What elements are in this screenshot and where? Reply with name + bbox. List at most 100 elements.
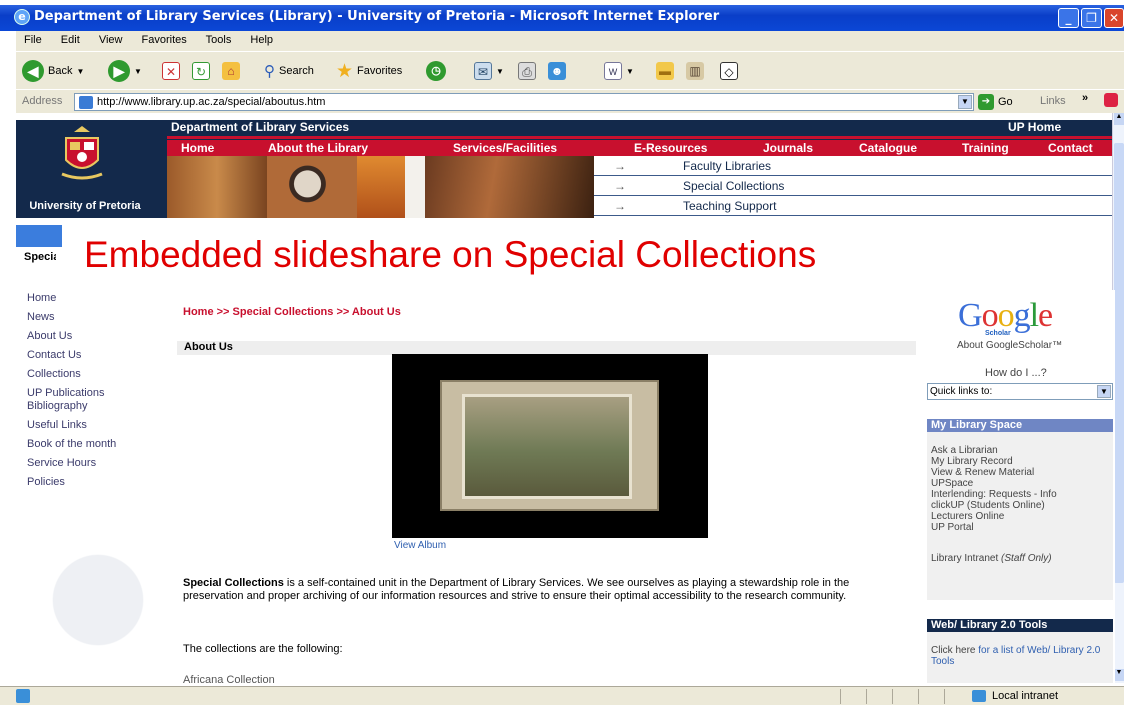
back-button[interactable]: ◀ Back ▼ bbox=[22, 60, 84, 82]
minimize-button[interactable]: _ bbox=[1058, 8, 1079, 28]
nav-training[interactable]: Training bbox=[962, 141, 1009, 155]
favorites-label: Favorites bbox=[357, 65, 403, 77]
home-icon: ⌂ bbox=[222, 62, 240, 80]
mls-interlending[interactable]: Interlending: Requests - Info bbox=[931, 489, 1113, 500]
nav-journals[interactable]: Journals bbox=[763, 141, 813, 155]
about-google-scholar-link[interactable]: About GoogleScholar™ bbox=[957, 340, 1062, 351]
go-button[interactable]: ➔ Go bbox=[978, 94, 1013, 110]
links-chevron-icon[interactable]: » bbox=[1082, 92, 1088, 104]
submenu-item-teaching[interactable]: → Teaching Support bbox=[594, 196, 1112, 216]
nav-contact[interactable]: Contact bbox=[1048, 141, 1093, 155]
university-crest-icon bbox=[61, 126, 103, 180]
mls-renew[interactable]: View & Renew Material bbox=[931, 467, 1113, 478]
menu-file[interactable]: File bbox=[24, 34, 42, 46]
refresh-button[interactable]: ↻ bbox=[192, 60, 210, 82]
scroll-up-icon[interactable]: ▲ bbox=[1114, 113, 1124, 125]
nav-catalogue[interactable]: Catalogue bbox=[859, 141, 917, 155]
left-nav-links[interactable]: Useful Links bbox=[27, 419, 152, 432]
menu-edit[interactable]: Edit bbox=[61, 34, 80, 46]
diamond-button[interactable]: ◇ bbox=[720, 60, 738, 82]
address-input[interactable]: http://www.library.up.ac.za/special/abou… bbox=[74, 93, 974, 111]
research-button[interactable]: ▥ bbox=[686, 60, 704, 82]
mls-lecturers[interactable]: Lecturers Online bbox=[931, 511, 1113, 522]
nav-home[interactable]: Home bbox=[181, 141, 214, 155]
favorites-button[interactable]: ★ Favorites bbox=[336, 60, 402, 82]
history-button[interactable]: ◷ bbox=[426, 60, 446, 82]
status-bar: Local intranet bbox=[0, 686, 1124, 705]
zone-label: Local intranet bbox=[992, 690, 1059, 702]
mls-ask-librarian[interactable]: Ask a Librarian bbox=[931, 445, 1113, 456]
collection-item[interactable]: Africana Collection bbox=[183, 674, 275, 686]
left-nav-policies[interactable]: Policies bbox=[27, 476, 152, 489]
page-heading: About Us bbox=[177, 341, 916, 355]
left-nav-home[interactable]: Home bbox=[27, 292, 152, 305]
left-nav-hours[interactable]: Service Hours bbox=[27, 457, 152, 470]
ie-logo-icon: e bbox=[14, 9, 30, 25]
intranet-note: (Staff Only) bbox=[1001, 553, 1052, 564]
left-nav-collections[interactable]: Collections bbox=[27, 368, 152, 381]
banner-photo-face bbox=[267, 156, 357, 218]
nav-about[interactable]: About the Library bbox=[268, 141, 368, 155]
left-nav-news[interactable]: News bbox=[27, 311, 152, 324]
forward-button[interactable]: ▶ ▼ bbox=[108, 60, 142, 82]
window-titlebar[interactable]: e Department of Library Services (Librar… bbox=[0, 5, 1124, 31]
arrow-right-icon: → bbox=[614, 159, 626, 173]
main-nav: Home About the Library Services/Faciliti… bbox=[167, 140, 1112, 156]
diamond-icon: ◇ bbox=[720, 62, 738, 80]
address-bar: Address http://www.library.up.ac.za/spec… bbox=[16, 89, 1124, 113]
mls-clickup[interactable]: clickUP (Students Online) bbox=[931, 500, 1113, 511]
menu-view[interactable]: View bbox=[99, 34, 123, 46]
close-button[interactable]: ✕ bbox=[1104, 8, 1124, 28]
my-library-space-heading: My Library Space bbox=[927, 419, 1113, 432]
mls-intranet[interactable]: Library Intranet (Staff Only) bbox=[931, 553, 1113, 564]
logo-text: University of Pretoria bbox=[29, 200, 141, 212]
left-nav-publications[interactable]: UP Publications Bibliography bbox=[27, 387, 115, 413]
left-nav-contact[interactable]: Contact Us bbox=[27, 349, 152, 362]
status-segment bbox=[918, 689, 919, 704]
home-button[interactable]: ⌂ bbox=[222, 60, 240, 82]
menu-help[interactable]: Help bbox=[250, 34, 273, 46]
mls-portal[interactable]: UP Portal bbox=[931, 522, 1113, 533]
status-segment bbox=[866, 689, 867, 704]
maximize-button[interactable]: ❐ bbox=[1081, 8, 1102, 28]
collections-intro: The collections are the following: bbox=[183, 643, 343, 655]
scroll-down-icon[interactable]: ▼ bbox=[1114, 669, 1124, 681]
dept-bar: Department of Library Services UP Home bbox=[167, 120, 1112, 136]
search-button[interactable]: ⚲ Search bbox=[264, 60, 314, 82]
messenger-button[interactable]: ☻ bbox=[548, 60, 566, 82]
mls-upspace[interactable]: UPSpace bbox=[931, 478, 1113, 489]
stop-button[interactable]: ✕ bbox=[162, 60, 180, 82]
menu-favorites[interactable]: Favorites bbox=[142, 34, 187, 46]
address-dropdown-icon[interactable]: ▼ bbox=[958, 95, 972, 109]
status-segment bbox=[892, 689, 893, 704]
quick-links-select[interactable]: Quick links to: ▼ bbox=[927, 383, 1113, 400]
forward-arrow-icon: ▶ bbox=[108, 60, 130, 82]
left-nav: Home News About Us Contact Us Collection… bbox=[27, 292, 152, 495]
submenu-item-faculty[interactable]: → Faculty Libraries bbox=[594, 156, 1112, 176]
breadcrumb[interactable]: Home >> Special Collections >> About Us bbox=[183, 306, 401, 318]
nav-eresources[interactable]: E-Resources bbox=[634, 141, 707, 155]
scroll-thumb[interactable] bbox=[1114, 143, 1124, 583]
toolbar-extension-icon[interactable] bbox=[1104, 93, 1118, 107]
menu-tools[interactable]: Tools bbox=[206, 34, 232, 46]
background-slide-edge bbox=[0, 0, 16, 705]
view-album-link[interactable]: View Album bbox=[394, 540, 446, 551]
mail-button[interactable]: ✉ ▼ bbox=[474, 60, 504, 82]
submenu-item-special[interactable]: → Special Collections bbox=[594, 176, 1112, 196]
left-nav-about[interactable]: About Us bbox=[27, 330, 152, 343]
print-button[interactable]: ⎙ bbox=[518, 60, 536, 82]
nav-services[interactable]: Services/Facilities bbox=[453, 141, 557, 155]
blue-accent-block bbox=[16, 225, 62, 247]
arrow-right-icon: → bbox=[614, 199, 626, 213]
up-home-link[interactable]: UP Home bbox=[1008, 120, 1061, 134]
mls-library-record[interactable]: My Library Record bbox=[931, 456, 1113, 467]
back-label: Back bbox=[48, 65, 73, 77]
slideshow-embed[interactable] bbox=[392, 354, 708, 538]
back-arrow-icon: ◀ bbox=[22, 60, 44, 82]
left-nav-book[interactable]: Book of the month bbox=[27, 438, 152, 451]
links-button[interactable]: Links bbox=[1040, 95, 1066, 107]
album-book-photo bbox=[440, 380, 659, 511]
folder-button[interactable]: ▬ bbox=[656, 60, 674, 82]
address-label: Address bbox=[22, 95, 63, 107]
edit-button[interactable]: W ▼ bbox=[604, 60, 634, 82]
